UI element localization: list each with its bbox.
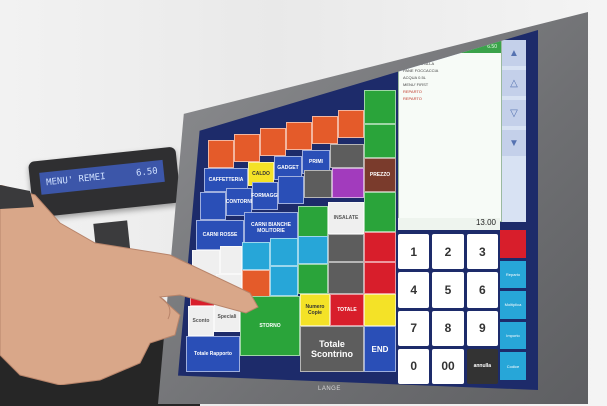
key-annulla[interactable]: annulla [466, 348, 498, 384]
tile-red-1[interactable] [364, 232, 396, 262]
pole-stand [93, 220, 131, 258]
key-00[interactable]: 00 [432, 348, 464, 384]
customer-pole-display: MENU' REMEI 6.50 [28, 146, 182, 218]
scroll-up-icon[interactable]: △ [502, 70, 526, 96]
tile-end[interactable]: END [364, 326, 396, 372]
tile-orange-7[interactable] [242, 270, 270, 298]
tile-blue-small-2[interactable] [278, 176, 304, 204]
tile-green-5[interactable] [298, 264, 328, 294]
key-3[interactable]: 3 [466, 234, 498, 270]
function-key[interactable]: Moltiplica [500, 291, 526, 319]
key-1[interactable]: 1 [398, 234, 430, 270]
tile-insalate[interactable]: INSALATE [328, 202, 364, 234]
pole-display-right-text: 6.50 [135, 166, 159, 179]
monitor-brand: LANGE [318, 386, 341, 392]
receipt-header-left: MENU' REMEI [403, 44, 436, 50]
key-4[interactable]: 4 [398, 272, 430, 308]
tile-cyan-2[interactable] [270, 238, 298, 266]
receipt-line: REPARTO [403, 96, 422, 101]
tile-cyan-4[interactable] [270, 266, 298, 296]
function-key[interactable]: Codice [500, 352, 526, 380]
function-key[interactable] [500, 230, 526, 258]
receipt-header-right: 6.50 [487, 44, 497, 50]
numeric-keypad: 1 2 3 4 5 6 7 8 9 0 00 annulla [398, 234, 498, 384]
tile-blue-small-1[interactable] [200, 192, 226, 220]
key-6[interactable]: 6 [466, 272, 498, 308]
tile-red-2[interactable] [190, 278, 216, 306]
scroll-bottom-icon[interactable]: ▼ [502, 130, 526, 156]
tile-green-4[interactable] [364, 192, 396, 232]
receipt-panel: MENU' REMEI 6.50 MENU' PASTA 1 x CARNE A… [398, 40, 502, 222]
tile-red-3[interactable] [364, 262, 396, 294]
tile-cyan-3[interactable] [298, 236, 328, 264]
tile-white-3[interactable] [216, 274, 242, 302]
tile-speciali[interactable]: Speciali [214, 302, 240, 332]
tile-grey-2[interactable] [304, 170, 332, 198]
pole-display-screen: MENU' REMEI 6.50 [39, 159, 165, 195]
function-keys: Reparto Moltiplica Importo Codice [500, 230, 526, 380]
key-0[interactable]: 0 [398, 348, 430, 384]
function-key[interactable]: Importo [500, 321, 526, 350]
tile-orange-6[interactable] [338, 110, 364, 138]
tile-orange-5[interactable] [312, 116, 338, 144]
pos-touchscreen: CAFFETTERIA CALDO GADGET PRIMI CONTORNI … [178, 30, 538, 390]
tile-orange-2[interactable] [234, 134, 260, 162]
category-grid: CAFFETTERIA CALDO GADGET PRIMI CONTORNI … [178, 30, 396, 390]
key-2[interactable]: 2 [432, 234, 464, 270]
receipt-line: MENU' FIRST [403, 82, 429, 87]
receipt-line: REPARTO [403, 89, 422, 94]
scroll-down-icon[interactable]: ▽ [502, 100, 526, 126]
tile-grey-4[interactable] [328, 262, 364, 294]
tile-white-2[interactable] [220, 246, 242, 274]
key-5[interactable]: 5 [432, 272, 464, 308]
tile-cyan-1[interactable] [242, 242, 270, 270]
receipt-scroll: ▲ △ ▽ ▼ [502, 40, 526, 222]
tile-orange-3[interactable] [260, 128, 286, 156]
tile-totale[interactable]: TOTALE [330, 294, 364, 326]
tile-green-2[interactable] [364, 124, 396, 158]
tile-numero[interactable]: Numero Copie [300, 294, 330, 326]
tile-storno[interactable]: STORNO [240, 296, 300, 356]
tile-totale-scontrino[interactable]: Totale Scontrino [300, 326, 364, 372]
pole-display-left-text: MENU' REMEI [45, 171, 107, 189]
key-7[interactable]: 7 [398, 310, 430, 346]
receipt-line: PANE FOCCACCIA [403, 68, 439, 73]
tile-prezzo[interactable]: PREZZO [364, 158, 396, 192]
tile-green-1[interactable] [364, 90, 396, 124]
tile-formaggi[interactable]: FORMAGGI [251, 182, 279, 210]
tile-orange-4[interactable] [286, 122, 312, 150]
tile-sconto[interactable]: Sconto [188, 306, 214, 336]
tile-purple[interactable] [332, 168, 364, 198]
tile-orange-1[interactable] [208, 140, 234, 168]
tile-totale-rapporto[interactable]: Totale Rapporto [186, 336, 240, 372]
receipt-line: ACQUA 0.5L [403, 75, 426, 80]
key-8[interactable]: 8 [432, 310, 464, 346]
receipt-total: 13.00 [398, 218, 500, 230]
tile-grey-1[interactable] [330, 144, 364, 168]
tile-green-3[interactable] [298, 206, 328, 238]
key-9[interactable]: 9 [466, 310, 498, 346]
tile-yellow[interactable] [364, 294, 396, 326]
scroll-top-icon[interactable]: ▲ [502, 40, 526, 66]
tile-grey-3[interactable] [328, 234, 364, 262]
function-key[interactable]: Reparto [500, 260, 526, 289]
pos-photo-scene: MENU' REMEI 6.50 LANGE CAFFETTERIA CALDO… [0, 0, 607, 406]
